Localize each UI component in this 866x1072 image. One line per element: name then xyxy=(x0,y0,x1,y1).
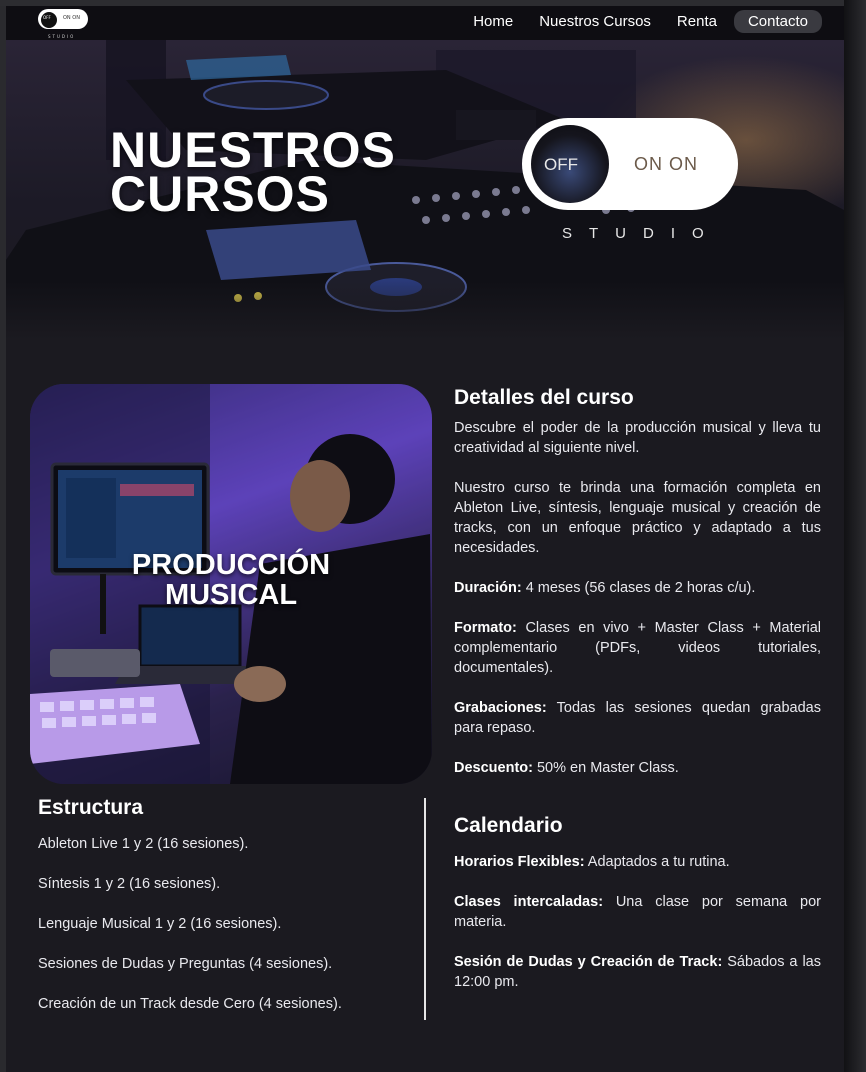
course-title: PRODUCCIÓN MUSICAL xyxy=(30,550,432,610)
details-intro: Descubre el poder de la producción music… xyxy=(454,420,821,456)
estructura-item: Lenguaje Musical 1 y 2 (16 sesiones). xyxy=(38,916,282,932)
logo-on-text: ON ON xyxy=(63,15,80,21)
nav-link-renta[interactable]: Renta xyxy=(664,10,730,33)
details-duracion: Duración: 4 meses (56 clases de 2 horas … xyxy=(454,578,821,598)
estructura-section: Estructura Ableton Live 1 y 2 (16 sesion… xyxy=(38,796,398,1034)
hero-title-line2: CURSOS xyxy=(110,166,330,222)
clases-label: Clases intercaladas: xyxy=(454,894,604,910)
logo-studio-text: STUDIO xyxy=(48,34,76,39)
nav-links: Home Nuestros Cursos Renta Contacto xyxy=(460,10,822,33)
nav-link-home[interactable]: Home xyxy=(460,10,526,33)
grabaciones-label: Grabaciones: xyxy=(454,700,547,716)
nav-link-contacto[interactable]: Contacto xyxy=(733,10,822,33)
estructura-item: Ableton Live 1 y 2 (16 sesiones). xyxy=(38,836,249,852)
nav-logo[interactable]: OFF ON ON STUDIO xyxy=(38,9,88,39)
horarios-value: Adaptados a tu rutina. xyxy=(584,854,730,870)
descuento-value: 50% en Master Class. xyxy=(532,760,679,776)
estructura-item: Creación de un Track desde Cero (4 sesio… xyxy=(38,996,342,1012)
course-title-line2: MUSICAL xyxy=(164,579,298,611)
calendario-heading: Calendario xyxy=(454,814,563,837)
formato-label: Formato: xyxy=(454,620,517,636)
hero-banner: NUESTROS CURSOS OFF ON ON STUDIO xyxy=(6,40,844,340)
details-heading: Detalles del curso xyxy=(454,386,634,409)
duracion-label: Duración: xyxy=(454,580,522,596)
estructura-item: Síntesis 1 y 2 (16 sesiones). xyxy=(38,876,221,892)
details-formato: Formato: Clases en vivo + Master Class +… xyxy=(454,618,821,678)
horarios-label: Horarios Flexibles: xyxy=(454,854,585,870)
course-image-card: PRODUCCIÓN MUSICAL xyxy=(30,384,432,784)
duracion-value: 4 meses (56 clases de 2 horas c/u). xyxy=(521,580,756,596)
calendario-section: Calendario Horarios Flexibles: Adaptados… xyxy=(454,814,821,1012)
section-divider xyxy=(424,798,426,1020)
hero-logo-toggle: OFF ON ON xyxy=(522,118,738,210)
nav-link-cursos[interactable]: Nuestros Cursos xyxy=(526,10,664,33)
calendario-horarios: Horarios Flexibles: Adaptados a tu rutin… xyxy=(454,852,821,872)
top-navbar: OFF ON ON STUDIO Home Nuestros Cursos Re… xyxy=(6,6,844,40)
course-details-section: Detalles del curso Descubre el poder de … xyxy=(454,386,821,798)
estructura-heading: Estructura xyxy=(38,796,144,819)
window-right-edge xyxy=(844,0,866,1072)
logo-toggle-icon: OFF ON ON xyxy=(38,9,88,29)
hero-logo-off-text: OFF xyxy=(544,155,578,174)
details-descuento: Descuento: 50% en Master Class. xyxy=(454,758,821,778)
estructura-item: Sesiones de Dudas y Preguntas (4 sesione… xyxy=(38,956,333,972)
calendario-sesion: Sesión de Dudas y Creación de Track: Sáb… xyxy=(454,952,821,992)
sesion-label: Sesión de Dudas y Creación de Track: xyxy=(454,954,723,970)
page: OFF ON ON STUDIO Home Nuestros Cursos Re… xyxy=(6,6,844,1072)
hero-title: NUESTROS CURSOS xyxy=(110,125,396,222)
logo-off-text: OFF xyxy=(43,15,51,20)
logo-knob xyxy=(40,11,58,29)
descuento-label: Descuento: xyxy=(454,760,533,776)
course-title-line1: PRODUCCIÓN xyxy=(131,549,331,581)
hero-logo-studio-text: STUDIO xyxy=(562,225,721,242)
details-description: Nuestro curso te brinda una formación co… xyxy=(454,480,821,556)
hero-logo-on-text: ON ON xyxy=(634,154,699,174)
calendario-clases: Clases intercaladas: Una clase por seman… xyxy=(454,892,821,932)
details-grabaciones: Grabaciones: Todas las sesiones quedan g… xyxy=(454,698,821,738)
